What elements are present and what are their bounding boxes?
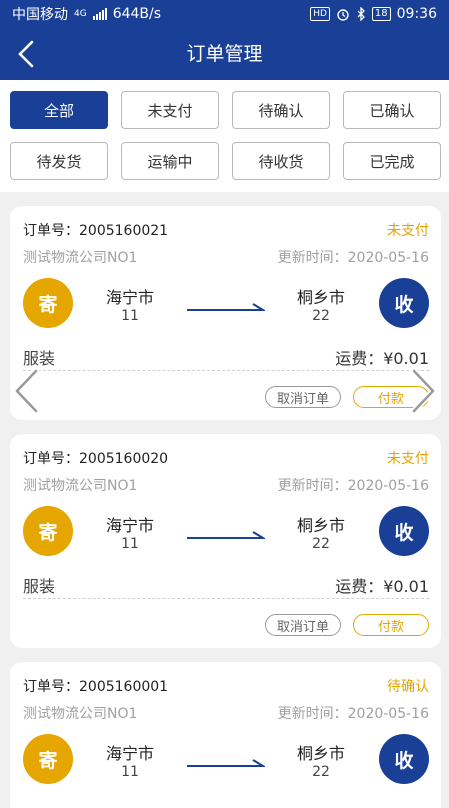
order-number: 订单号：2005160021 xyxy=(23,223,169,239)
order-status: 待确认 xyxy=(387,679,429,695)
cancel-order-button[interactable]: 取消订单 xyxy=(265,614,341,636)
bluetooth-icon xyxy=(357,7,365,21)
cancel-order-button[interactable]: 取消订单 xyxy=(265,386,341,408)
company-name: 测试物流公司NO1 xyxy=(23,706,138,722)
signal-icon xyxy=(92,8,107,20)
to-code: 22 xyxy=(312,764,330,780)
pay-button[interactable]: 付款 xyxy=(353,614,429,636)
battery-icon: 18 xyxy=(371,7,391,21)
route-arrow-icon xyxy=(187,759,265,767)
freight-fee: 运费：¥0.01 xyxy=(335,577,429,596)
receive-badge: 收 xyxy=(379,278,429,328)
route-arrow-icon xyxy=(187,303,265,311)
update-time: 更新时间：2020-05-16 xyxy=(277,706,429,722)
filter-in-transit[interactable]: 运输中 xyxy=(121,142,219,180)
update-time: 更新时间：2020-05-16 xyxy=(277,478,429,494)
to-city: 桐乡市 xyxy=(296,288,345,307)
order-status: 未支付 xyxy=(387,451,429,467)
order-card[interactable]: 订单号：2005160021 未支付 测试物流公司NO1 更新时间：2020-0… xyxy=(10,206,441,420)
filter-pending-ship[interactable]: 待发货 xyxy=(10,142,108,180)
filter-all[interactable]: 全部 xyxy=(10,91,108,129)
to-city: 桐乡市 xyxy=(296,516,345,535)
order-number: 订单号：2005160001 xyxy=(23,679,169,695)
network-label: 4G xyxy=(74,8,87,19)
order-status: 未支付 xyxy=(387,223,429,239)
next-arrow-icon[interactable] xyxy=(410,368,438,414)
receive-badge: 收 xyxy=(379,506,429,556)
company-name: 测试物流公司NO1 xyxy=(23,478,138,494)
to-city: 桐乡市 xyxy=(296,744,345,763)
prev-arrow-icon[interactable] xyxy=(12,368,40,414)
from-city: 海宁市 xyxy=(105,288,154,307)
filter-confirmed[interactable]: 已确认 xyxy=(343,91,441,129)
divider xyxy=(23,598,429,599)
order-card[interactable]: 订单号：2005160020 未支付 测试物流公司NO1 更新时间：2020-0… xyxy=(10,434,441,648)
from-code: 11 xyxy=(121,536,139,552)
company-name: 测试物流公司NO1 xyxy=(23,250,138,266)
send-badge: 寄 xyxy=(23,734,73,784)
filter-pending-confirm[interactable]: 待确认 xyxy=(232,91,330,129)
route-arrow-icon xyxy=(187,531,265,539)
order-card[interactable]: 订单号：2005160001 待确认 测试物流公司NO1 更新时间：2020-0… xyxy=(10,662,441,808)
speed-label: 644B/s xyxy=(112,6,162,22)
receive-badge: 收 xyxy=(379,734,429,784)
filter-unpaid[interactable]: 未支付 xyxy=(121,91,219,129)
from-code: 11 xyxy=(121,764,139,780)
from-city: 海宁市 xyxy=(105,744,154,763)
from-code: 11 xyxy=(121,308,139,324)
page-title: 订单管理 xyxy=(186,43,263,65)
freight-fee: 运费：¥0.01 xyxy=(335,349,429,368)
status-bar: 中国移动 4G 644B/s HD 18 09:36 xyxy=(0,0,449,28)
clock-label: 09:36 xyxy=(396,6,437,22)
from-city: 海宁市 xyxy=(105,516,154,535)
goods-name: 服装 xyxy=(23,349,56,368)
alarm-icon xyxy=(337,9,349,21)
carrier-label: 中国移动 xyxy=(12,7,68,23)
divider xyxy=(23,370,429,371)
filter-bar: 全部 未支付 待确认 已确认 待发货 运输中 待收货 已完成 xyxy=(0,80,449,192)
send-badge: 寄 xyxy=(23,506,73,556)
send-badge: 寄 xyxy=(23,278,73,328)
filter-completed[interactable]: 已完成 xyxy=(343,142,441,180)
filter-pending-receipt[interactable]: 待收货 xyxy=(232,142,330,180)
to-code: 22 xyxy=(312,536,330,552)
battery-level: 18 xyxy=(374,8,388,19)
to-code: 22 xyxy=(312,308,330,324)
goods-name: 服装 xyxy=(23,577,56,596)
nav-bar: 订单管理 xyxy=(0,28,449,80)
order-number: 订单号：2005160020 xyxy=(23,451,169,467)
update-time: 更新时间：2020-05-16 xyxy=(277,250,429,266)
hd-badge: HD xyxy=(310,7,330,21)
